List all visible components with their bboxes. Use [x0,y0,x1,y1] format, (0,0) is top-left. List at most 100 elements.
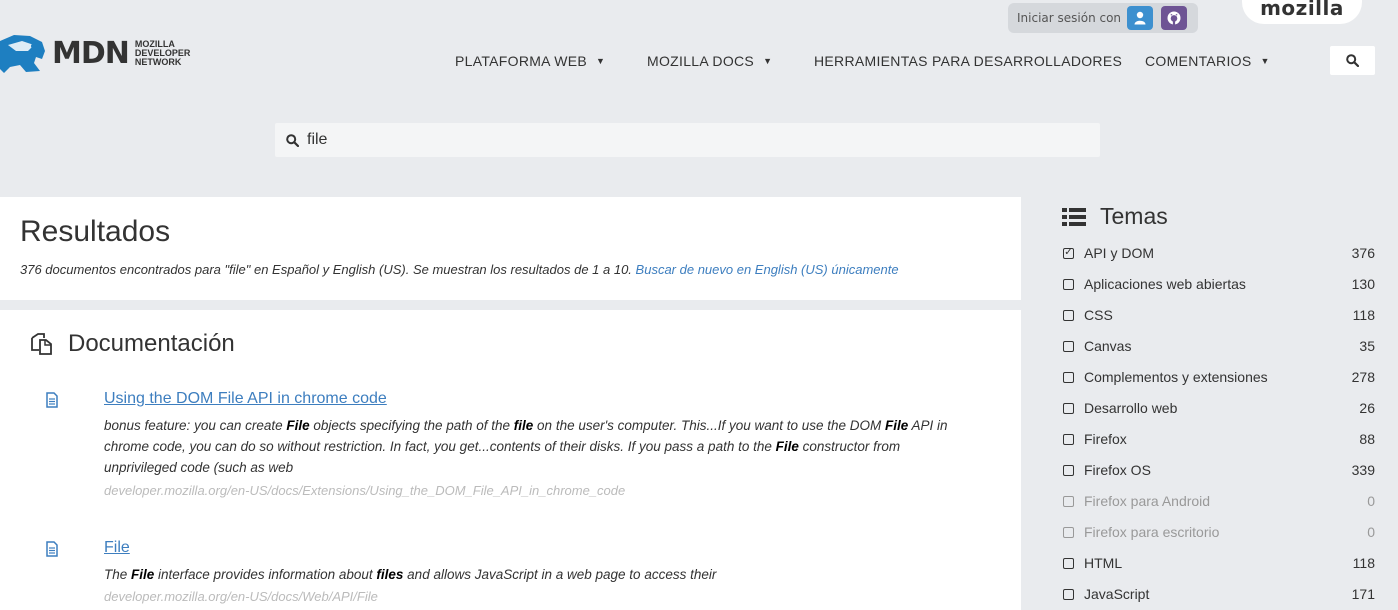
excerpt-highlight: file [513,418,534,433]
topic-checkbox[interactable] [1063,557,1074,569]
search-english-only-link[interactable]: Buscar de nuevo en English (US) únicamen… [636,262,899,277]
documentation-panel: Documentación Using the DOM File API in … [0,310,1021,610]
search-icon [286,133,299,147]
topic-filter-item[interactable]: ✓ API y DOM 376 [1063,243,1375,263]
result-excerpt: The File interface provides information … [104,564,974,585]
header-search-button[interactable] [1330,46,1375,75]
topic-label: JavaScript [1084,586,1150,602]
topic-checkbox[interactable] [1063,464,1074,476]
topic-filter-item[interactable]: HTML 118 [1063,553,1375,573]
nav-item-label: HERRAMIENTAS PARA DESARROLLADORES [814,53,1123,69]
topics-heading: Temas [1100,203,1168,229]
topic-label: HTML [1084,555,1123,571]
persona-login-button[interactable] [1127,6,1154,30]
topic-count: 339 [1351,462,1375,478]
result-excerpt: bonus feature: you can create File objec… [104,415,974,478]
search-field[interactable] [275,123,1100,157]
github-icon [1167,11,1181,25]
topic-count: 278 [1351,369,1375,385]
topic-label: Firefox [1084,431,1127,447]
topic-checkbox[interactable]: ✓ [1063,247,1074,259]
login-label: Iniciar sesión con [1017,11,1122,25]
topic-count: 0 [1367,524,1375,540]
caret-down-icon: ▼ [763,56,773,66]
nav-item-mozilla-docs[interactable]: MOZILLA DOCS ▼ [647,53,772,69]
topic-checkbox [1063,526,1074,538]
topic-checkbox[interactable] [1063,433,1074,445]
topic-label: Desarrollo web [1084,400,1178,416]
topics-sidebar: Temas ✓ API y DOM 376 Aplicaciones web abie… [1021,197,1398,610]
topic-filter-item[interactable]: Firefox 88 [1063,429,1375,449]
topic-filter-item[interactable]: Canvas 35 [1063,336,1375,356]
documentation-heading: Documentación [68,330,235,357]
list-icon [1062,207,1086,226]
topic-label: API y DOM [1084,245,1155,261]
excerpt-highlight: File [286,418,310,433]
topic-label: Canvas [1084,338,1132,354]
topic-count: 88 [1359,431,1375,447]
topic-filter-item[interactable]: Complementos y extensiones 278 [1063,367,1375,387]
topic-checkbox [1063,495,1074,507]
topic-checkbox[interactable] [1063,402,1074,414]
caret-down-icon: ▼ [596,56,606,66]
mozilla-wordmark: mozilla [1260,0,1344,20]
nav-item-label: MOZILLA DOCS [647,53,755,69]
topic-count: 171 [1351,586,1375,602]
nav-item-label: COMENTARIOS [1145,53,1252,69]
topic-filter-item[interactable]: CSS 118 [1063,305,1375,325]
documentation-header: Documentación [30,330,235,358]
page-title: Resultados [20,215,171,248]
topic-count: 376 [1351,245,1375,261]
topic-label: Aplicaciones web abiertas [1084,276,1246,292]
mdn-subtitle-line: NETWORK [134,56,182,67]
topic-filter-item: Firefox para Android 0 [1063,491,1375,511]
mozilla-tab[interactable]: mozilla [1242,0,1362,24]
excerpt-text: on the user's computer. This...If you wa… [533,418,886,433]
topic-filter-item[interactable]: Desarrollo web 26 [1063,398,1375,418]
excerpt-text: objects specifying the path of the [309,418,514,433]
excerpt-highlight: files [376,567,404,582]
topic-filter-item[interactable]: Aplicaciones web abiertas 130 [1063,274,1375,294]
result-title-link[interactable]: Using the DOM File API in chrome code [104,390,387,408]
mdn-subtitle: MOZILLA DEVELOPER NETWORK [134,39,191,67]
result-url: developer.mozilla.org/en-US/docs/Web/API… [104,589,378,604]
mdn-logo[interactable]: MDN MOZILLA DEVELOPER NETWORK [0,33,190,73]
nav-item-comentarios[interactable]: COMENTARIOS ▼ [1145,53,1270,69]
copy-documents-icon [31,333,52,355]
topic-checkbox[interactable] [1063,309,1074,321]
nav-item-plataforma-web[interactable]: PLATAFORMA WEB ▼ [455,53,605,69]
excerpt-text: and allows JavaScript in a web page to a… [403,567,717,582]
topic-checkbox[interactable] [1063,340,1074,352]
excerpt-text: The [104,567,132,582]
excerpt-highlight: File [131,567,155,582]
excerpt-highlight: File [775,439,799,454]
topic-checkbox[interactable] [1063,278,1074,290]
user-icon [1134,11,1146,25]
topic-filter-item: Firefox para escritorio 0 [1063,522,1375,542]
result-url: developer.mozilla.org/en-US/docs/Extensi… [104,483,626,498]
login-bar: Iniciar sesión con [1008,3,1198,33]
result-title-link[interactable]: File [104,539,130,557]
page: mozilla Iniciar sesión con MDN MOZILLA D… [0,0,1398,610]
nav-item-herramientas[interactable]: HERRAMIENTAS PARA DESARROLLADORES [814,53,1122,69]
excerpt-text: interface provides information about [154,567,377,582]
github-login-button[interactable] [1161,6,1188,30]
nav-item-label: PLATAFORMA WEB [455,53,588,69]
results-panel: Resultados 376 documentos encontrados pa… [0,197,1021,300]
search-icon [1346,54,1359,67]
topic-checkbox[interactable] [1063,371,1074,383]
topic-label: Firefox para Android [1084,493,1211,509]
topic-count: 0 [1367,493,1375,509]
topic-label: CSS [1084,307,1113,323]
excerpt-highlight: File [885,418,909,433]
results-summary-text: 376 documentos encontrados para "file" e… [20,262,632,277]
topic-count: 118 [1352,307,1375,323]
topic-checkbox[interactable] [1063,588,1074,600]
results-summary: 376 documentos encontrados para "file" e… [20,262,899,277]
caret-down-icon: ▼ [1260,56,1270,66]
topic-filter-item[interactable]: JavaScript 171 [1063,584,1375,604]
topic-count: 26 [1359,400,1375,416]
topic-filter-item[interactable]: Firefox OS 339 [1063,460,1375,480]
topic-label: Complementos y extensiones [1084,369,1268,385]
search-input[interactable] [307,131,1087,149]
